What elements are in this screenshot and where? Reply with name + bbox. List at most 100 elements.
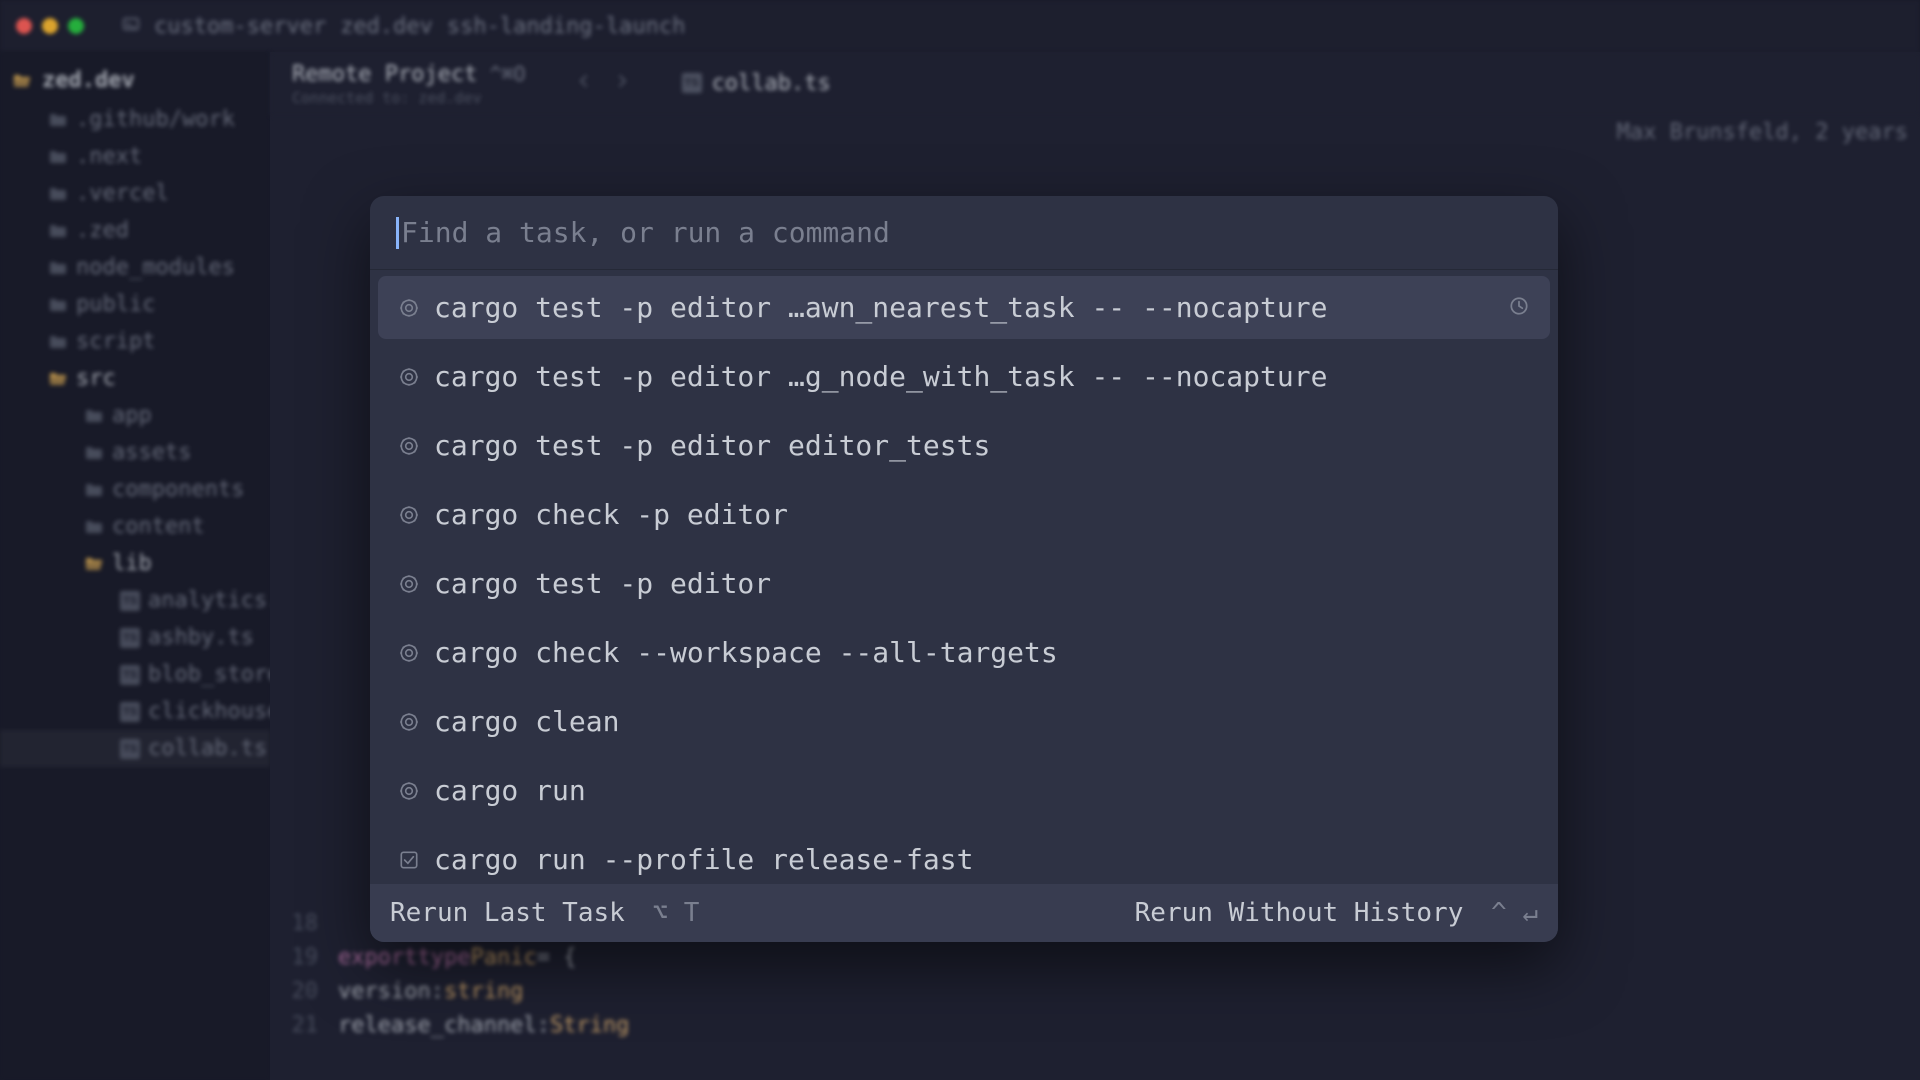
code-token: : bbox=[537, 1013, 550, 1038]
sidebar-item-label: .vercel bbox=[76, 181, 169, 206]
folder-icon bbox=[84, 517, 104, 537]
task-item-label: cargo test -p editor …g_node_with_task -… bbox=[434, 360, 1327, 393]
sidebar-folder[interactable]: app bbox=[0, 397, 270, 434]
sidebar-folder[interactable]: components bbox=[0, 471, 270, 508]
sidebar-folder[interactable]: script bbox=[0, 323, 270, 360]
rerun-last-task-label: Rerun Last Task bbox=[390, 898, 625, 928]
task-item-label: cargo run bbox=[434, 774, 586, 807]
task-item[interactable]: cargo test -p editor bbox=[378, 552, 1550, 615]
ssh-host-label[interactable]: custom-server bbox=[154, 14, 326, 39]
task-item[interactable]: cargo clean bbox=[378, 690, 1550, 753]
editor-tab[interactable]: TS collab.ts bbox=[658, 52, 855, 116]
sidebar-folder[interactable]: .github/work bbox=[0, 101, 270, 138]
sidebar-item-label: .github/work bbox=[76, 107, 235, 132]
rerun-without-history-label: Rerun Without History bbox=[1135, 898, 1464, 928]
sidebar-item-label: .zed bbox=[76, 218, 129, 243]
task-item-label: cargo check --workspace --all-targets bbox=[434, 636, 1058, 669]
line-number: 20 bbox=[286, 979, 338, 1004]
folder-icon bbox=[48, 110, 68, 130]
typescript-file-icon: TS bbox=[120, 628, 140, 648]
rust-icon bbox=[398, 366, 420, 388]
titlebar-tab[interactable]: ssh-landing-launch bbox=[447, 14, 685, 39]
titlebar: custom-server zed.dev ssh-landing-launch bbox=[0, 0, 1920, 52]
sidebar-folder[interactable]: .zed bbox=[0, 212, 270, 249]
nav-back-button[interactable] bbox=[574, 71, 594, 97]
typescript-file-icon: TS bbox=[120, 739, 140, 759]
git-blame-annotation: Max Brunsfeld, 2 years bbox=[1617, 120, 1908, 145]
task-item[interactable]: cargo run bbox=[378, 759, 1550, 822]
sidebar-file[interactable]: TSblob_store.ts bbox=[0, 656, 270, 693]
code-line[interactable]: 19export type Panic = { bbox=[270, 940, 1920, 974]
code-token: export bbox=[338, 945, 417, 970]
sidebar-folder[interactable]: public bbox=[0, 286, 270, 323]
sidebar-item-label: app bbox=[112, 403, 152, 428]
minimize-window-button[interactable] bbox=[42, 18, 58, 34]
sidebar-folder[interactable]: .next bbox=[0, 138, 270, 175]
sidebar-folder[interactable]: node_modules bbox=[0, 249, 270, 286]
code-token: version bbox=[338, 979, 431, 1004]
typescript-file-icon: TS bbox=[120, 591, 140, 611]
task-item[interactable]: cargo test -p editor …g_node_with_task -… bbox=[378, 345, 1550, 408]
code-token: : bbox=[431, 979, 444, 1004]
typescript-file-icon: TS bbox=[120, 665, 140, 685]
close-window-button[interactable] bbox=[16, 18, 32, 34]
task-icon bbox=[398, 849, 420, 871]
task-search-input[interactable]: Find a task, or run a command bbox=[370, 196, 1558, 270]
ssh-icon bbox=[122, 14, 140, 39]
editor-tab-label: collab.ts bbox=[712, 71, 831, 96]
sidebar-file[interactable]: TS collab.ts bbox=[0, 730, 270, 767]
task-item-label: cargo clean bbox=[434, 705, 619, 738]
rerun-without-history-hint[interactable]: Rerun Without History ^ ↵ bbox=[1135, 898, 1538, 928]
folder-icon bbox=[48, 221, 68, 241]
folder-icon bbox=[48, 147, 68, 167]
sidebar-item-label: collab.ts bbox=[148, 736, 267, 761]
sidebar-folder[interactable]: assets bbox=[0, 434, 270, 471]
rust-icon bbox=[398, 297, 420, 319]
rerun-last-task-hint[interactable]: Rerun Last Task ⌥ T bbox=[390, 898, 699, 928]
history-icon bbox=[1508, 291, 1530, 324]
sidebar-file[interactable]: TS ashby.ts bbox=[0, 619, 270, 656]
code-token: string bbox=[444, 979, 523, 1004]
rust-icon bbox=[398, 642, 420, 664]
code-line[interactable]: 20 version: string bbox=[270, 974, 1920, 1008]
tabbar: Remote Project ^⌘O Connected to: zed.dev… bbox=[270, 52, 1920, 116]
task-item[interactable]: cargo test -p editor …awn_nearest_task -… bbox=[378, 276, 1550, 339]
task-item-label: cargo test -p editor editor_tests bbox=[434, 429, 990, 462]
folder-icon bbox=[48, 258, 68, 278]
sidebar-folder[interactable]: lib bbox=[0, 545, 270, 582]
remote-project-pill[interactable]: Remote Project ^⌘O Connected to: zed.dev bbox=[270, 52, 548, 116]
code-token: = { bbox=[537, 945, 577, 970]
folder-icon bbox=[48, 295, 68, 315]
code-token: Panic bbox=[470, 945, 536, 970]
sidebar-file[interactable]: TSanalytics.ts bbox=[0, 582, 270, 619]
nav-forward-button[interactable] bbox=[612, 71, 632, 97]
maximize-window-button[interactable] bbox=[68, 18, 84, 34]
rerun-without-history-shortcut: ^ ↵ bbox=[1491, 898, 1538, 928]
rerun-last-task-shortcut: ⌥ T bbox=[652, 898, 699, 928]
code-token: release_channel bbox=[338, 1013, 537, 1038]
folder-icon bbox=[48, 332, 68, 352]
task-item[interactable]: cargo check --workspace --all-targets bbox=[378, 621, 1550, 684]
task-item[interactable]: cargo test -p editor editor_tests bbox=[378, 414, 1550, 477]
sidebar-folder[interactable]: content bbox=[0, 508, 270, 545]
rust-icon bbox=[398, 504, 420, 526]
sidebar-file[interactable]: TSclickhouse.ts bbox=[0, 693, 270, 730]
sidebar-folder[interactable]: .vercel bbox=[0, 175, 270, 212]
task-list: cargo test -p editor …awn_nearest_task -… bbox=[370, 270, 1558, 884]
task-palette-footer: Rerun Last Task ⌥ T Rerun Without Histor… bbox=[370, 884, 1558, 942]
sidebar-folder[interactable]: src bbox=[0, 360, 270, 397]
file-tree-sidebar: zed.dev .github/work .next .vercel .zed node… bbox=[0, 52, 270, 1080]
sidebar-item-label: assets bbox=[112, 440, 191, 465]
task-item[interactable]: cargo run --profile release-fast bbox=[378, 828, 1550, 884]
titlebar-tab[interactable]: zed.dev bbox=[340, 14, 433, 39]
project-root[interactable]: zed.dev bbox=[0, 60, 270, 101]
task-item[interactable]: cargo check -p editor bbox=[378, 483, 1550, 546]
window-controls bbox=[16, 18, 84, 34]
remote-project-shortcut: ^⌘O bbox=[489, 62, 525, 86]
remote-project-label: Remote Project bbox=[292, 62, 477, 87]
sidebar-item-label: src bbox=[76, 366, 116, 391]
sidebar-item-label: ashby.ts bbox=[148, 625, 254, 650]
sidebar-item-label: script bbox=[76, 329, 155, 354]
code-token: type bbox=[417, 945, 470, 970]
code-line[interactable]: 21 release_channel: String bbox=[270, 1008, 1920, 1042]
